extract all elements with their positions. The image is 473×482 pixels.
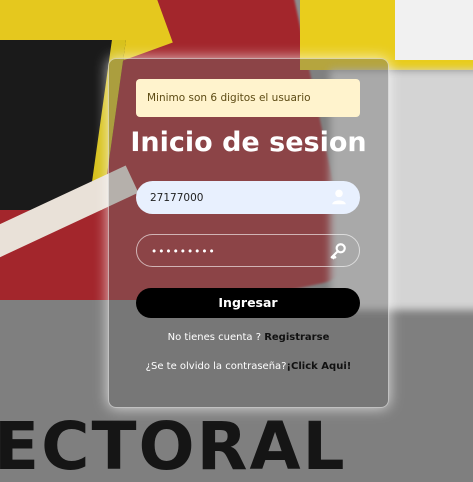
- validation-alert: Minimo son 6 digitos el usuario: [136, 79, 360, 117]
- page-title: Inicio de sesion: [130, 127, 367, 158]
- key-icon: [330, 243, 346, 260]
- forgot-password-row: ¿Se te olvido la contraseña?¡Click Aqui!: [109, 361, 388, 372]
- forgot-password-link[interactable]: ¡Click Aqui!: [286, 361, 351, 372]
- login-button[interactable]: Ingresar: [136, 288, 360, 318]
- register-row: No tienes cuenta ? Registrarse: [109, 332, 388, 343]
- user-icon: [332, 189, 346, 205]
- background-word: ECTORAL: [0, 408, 347, 482]
- username-input[interactable]: [136, 181, 322, 214]
- forgot-prompt: ¿Se te olvido la contraseña?: [145, 361, 287, 372]
- password-field-wrapper: [136, 234, 360, 268]
- register-prompt: No tienes cuenta ?: [167, 332, 262, 343]
- login-card: Minimo son 6 digitos el usuario Inicio d…: [108, 58, 389, 408]
- register-link[interactable]: Registrarse: [264, 332, 329, 343]
- password-input[interactable]: [137, 235, 323, 268]
- username-field-wrapper: [136, 181, 360, 214]
